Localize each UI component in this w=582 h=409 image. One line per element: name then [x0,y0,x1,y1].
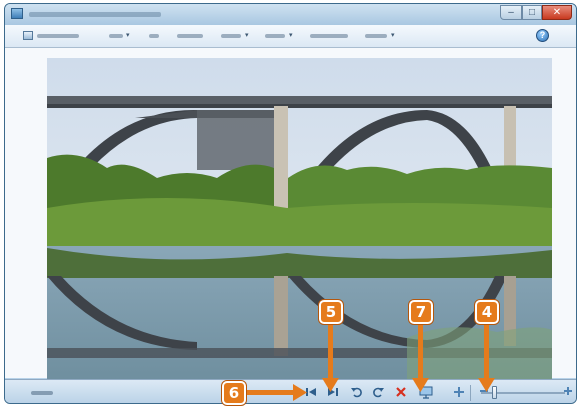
arrow-5-shaft [328,324,333,380]
arrow-7-shaft [418,324,423,380]
arrow-5-head [322,378,339,392]
arrow-6-head [293,384,307,401]
arrow-4-shaft [484,324,489,380]
callout-6: 6 [222,381,246,405]
callout-4: 4 [475,300,499,324]
callout-arrows [247,324,495,401]
arrow-4-head [478,378,495,392]
arrow-6-shaft [247,390,295,395]
callout-5: 5 [319,300,343,324]
arrow-7-head [412,378,429,392]
callout-7: 7 [409,300,433,324]
